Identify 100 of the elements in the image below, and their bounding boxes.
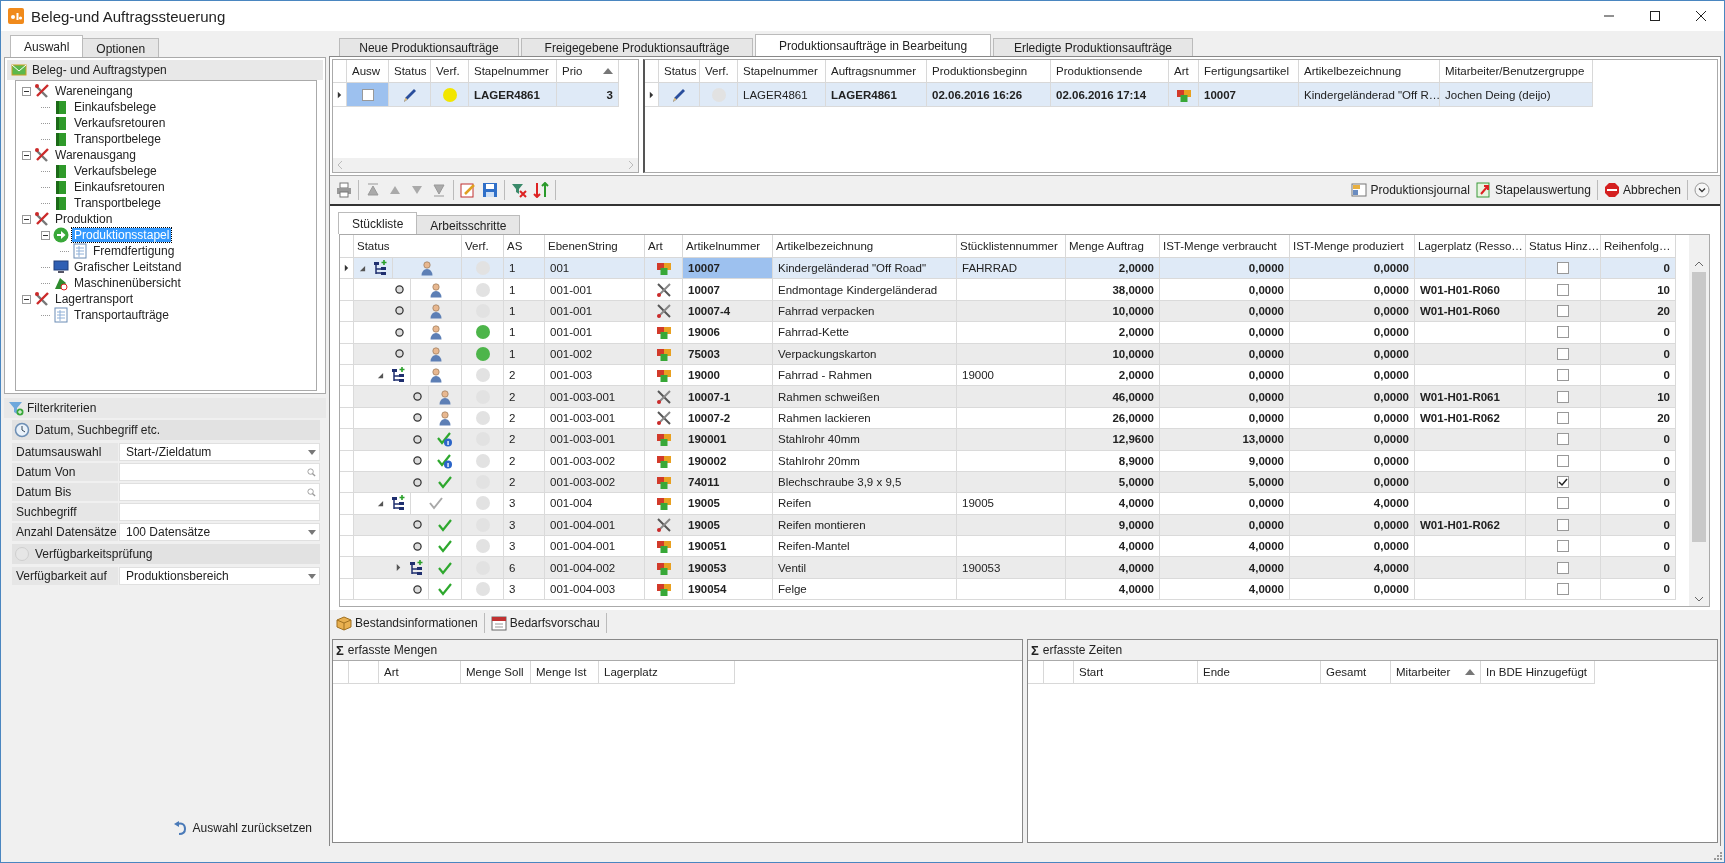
edit-icon[interactable] (460, 182, 476, 198)
column-header[interactable] (1044, 661, 1074, 684)
table-row[interactable]: 3 001-004 19005 Reifen 19005 4,0000 0,0000 4,0000 0 (340, 493, 1676, 515)
tree-item[interactable]: Maschinenübersicht (72, 276, 183, 290)
tab[interactable]: Erledigte Produktionsaufträge (993, 38, 1193, 56)
table-row[interactable]: 1 001-002 75003 Verpackungskarton 10,0000 0,0000 0,0000 0 (340, 343, 1676, 365)
table-row[interactable]: 2 001-003-002 74011 Blechschraube 3,9 x 9,5 5,0000 5,0000 0,0000 0 (340, 471, 1676, 494)
column-header[interactable]: Ende (1198, 661, 1321, 684)
checkbox[interactable] (1557, 583, 1569, 596)
collapse-icon[interactable] (376, 500, 384, 507)
sort-icon[interactable] (533, 182, 549, 198)
collapse-icon[interactable] (41, 230, 50, 240)
scroll-up-icon[interactable] (1695, 261, 1703, 267)
resize-grip[interactable] (1712, 850, 1722, 860)
checkbox[interactable] (1557, 347, 1569, 360)
checkbox[interactable] (1557, 304, 1569, 317)
checkbox[interactable] (1557, 561, 1569, 574)
tab[interactable]: Optionen (82, 38, 160, 57)
checkbox[interactable] (1557, 262, 1569, 275)
table-row[interactable]: 1 001 10007 Kindergeländerad "Off Road" FAHRRAD 2,0000 0,0000 0,0000 0 (340, 258, 1676, 280)
expand-icon[interactable] (394, 564, 402, 572)
toolbar-button[interactable]: Bestandsinformationen (336, 615, 478, 631)
tree-item[interactable]: Transportaufträge (72, 308, 171, 322)
filter-remove-icon[interactable] (511, 182, 527, 198)
column-header[interactable] (333, 661, 349, 684)
checkbox[interactable] (1557, 497, 1569, 510)
dropdown-field[interactable]: 100 Datensätze (119, 523, 320, 541)
checkbox[interactable] (1557, 433, 1569, 446)
tree-item[interactable]: Verkaufsbelege (72, 164, 159, 178)
checkbox[interactable] (361, 88, 374, 101)
table-row[interactable]: 6 001-004-002 190053 Ventil 190053 4,0000 4,0000 4,0000 0 (340, 557, 1676, 579)
dropdown-field[interactable]: Produktionsbereich (119, 567, 320, 585)
arrow-top-icon[interactable] (365, 182, 381, 198)
scroll-thumb[interactable] (1692, 272, 1706, 542)
table-row[interactable]: 3 001-004-001 19005 Reifen montieren 9,0000 0,0000 0,0000 W01-H01-R062 0 (340, 514, 1676, 537)
checkbox[interactable] (1557, 326, 1569, 339)
toolbar-button[interactable]: Produktionsjournal (1351, 182, 1470, 198)
arrow-bottom-icon[interactable] (431, 182, 447, 198)
tab[interactable]: Freigegebene Produktionsaufträge (521, 38, 753, 56)
column-header[interactable] (349, 661, 379, 684)
scrollbar[interactable] (1689, 235, 1709, 606)
tree-item[interactable]: Produktion (53, 212, 115, 226)
table-row[interactable]: 1 001-001 10007-4 Fahrrad verpacken 10,0000 0,0000 0,0000 W01-H01-R060 20 (340, 300, 1676, 323)
tab[interactable]: Produktionsaufträge in Bearbeitung (755, 34, 991, 56)
checkbox[interactable] (1557, 369, 1569, 382)
tree-item[interactable]: Einkaufsretouren (72, 180, 167, 194)
collapse-icon[interactable] (22, 150, 31, 160)
tab[interactable]: Stückliste (338, 212, 418, 234)
checkbox[interactable] (1557, 518, 1569, 531)
tree-item[interactable]: Transportbelege (72, 132, 163, 146)
column-header[interactable]: Menge Soll (461, 661, 531, 684)
checkbox[interactable] (1557, 411, 1569, 424)
column-header[interactable]: Art (379, 661, 461, 684)
toolbar-button[interactable]: Bedarfsvorschau (490, 615, 600, 631)
checkbox[interactable] (1557, 476, 1569, 489)
column-header[interactable]: Start (1074, 661, 1198, 684)
scroll-left-icon[interactable] (337, 161, 343, 169)
tree-item[interactable]: Wareneingang (53, 84, 135, 98)
tab[interactable]: Auswahl (10, 35, 84, 57)
checkbox[interactable] (1557, 390, 1569, 403)
toolbar-button[interactable]: Stapelauswertung (1475, 182, 1591, 198)
table-row[interactable]: 2 001-003-001 190001 Stahlrohr 40mm 12,9600 13,0000 0,0000 0 (340, 429, 1676, 451)
chevron-down-icon[interactable] (1694, 182, 1710, 198)
checkbox[interactable] (1557, 283, 1569, 296)
save-icon[interactable] (482, 182, 498, 198)
tree-item[interactable]: Lagertransport (53, 292, 136, 306)
table-row[interactable]: LAGER4861 LAGER4861 02.06.2016 16:26 02.06.2016 17:14 10007 Kindergeländerad "Off R… Jochen Deing (deijo) (645, 83, 1717, 107)
tree-item[interactable]: Transportbelege (72, 196, 163, 210)
table-row[interactable]: 1 001-001 19006 Fahrrad-Kette 2,0000 0,0000 0,0000 0 (340, 322, 1676, 344)
checkbox[interactable] (1557, 454, 1569, 467)
tree-item[interactable]: Einkaufsbelege (72, 100, 159, 114)
column-header[interactable]: Lagerplatz (599, 661, 735, 684)
table-row[interactable]: 1 001-001 10007 Endmontage Kindergeländerad 38,0000 0,0000 0,0000 W01-H01-R060 10 (340, 279, 1676, 301)
column-header[interactable]: Mitarbeiter (1391, 661, 1481, 684)
toolbar-button[interactable]: Abbrechen (1603, 182, 1681, 198)
tab[interactable]: Neue Produktionsaufträge (339, 38, 519, 56)
collapse-icon[interactable] (22, 86, 31, 96)
search-field[interactable] (119, 463, 320, 481)
table-row[interactable]: 3 001-004-003 190054 Felge 4,0000 4,0000 0,0000 0 (340, 578, 1676, 601)
search-field[interactable] (119, 483, 320, 501)
tree-item[interactable]: Fremdfertigung (91, 244, 177, 258)
column-header[interactable]: Gesamt (1321, 661, 1391, 684)
tree-item[interactable]: Grafischer Leitstand (72, 260, 184, 274)
reset-button[interactable]: Auswahl zurücksetzen (172, 820, 312, 836)
printer-icon[interactable] (336, 182, 352, 198)
scroll-right-icon[interactable] (628, 161, 634, 169)
scroll-down-icon[interactable] (1695, 596, 1703, 602)
column-header[interactable]: Menge Ist (531, 661, 599, 684)
collapse-icon[interactable] (22, 294, 31, 304)
tab[interactable]: Arbeitsschritte (416, 215, 521, 234)
table-row[interactable]: 2 001-003-002 190002 Stahlrohr 20mm 8,9000 9,0000 0,0000 0 (340, 450, 1676, 472)
tree-item[interactable]: Verkaufsretouren (72, 116, 168, 130)
scrollbar[interactable] (333, 158, 638, 172)
column-header[interactable]: In BDE Hinzugefügt (1481, 661, 1595, 684)
text-field[interactable] (119, 503, 320, 521)
collapse-icon[interactable] (358, 264, 366, 272)
column-header[interactable] (1028, 661, 1044, 684)
dropdown-field[interactable]: Start-/Zieldatum (119, 443, 320, 461)
collapse-icon[interactable] (22, 214, 31, 224)
table-row[interactable]: LAGER4861 3 (333, 83, 638, 107)
